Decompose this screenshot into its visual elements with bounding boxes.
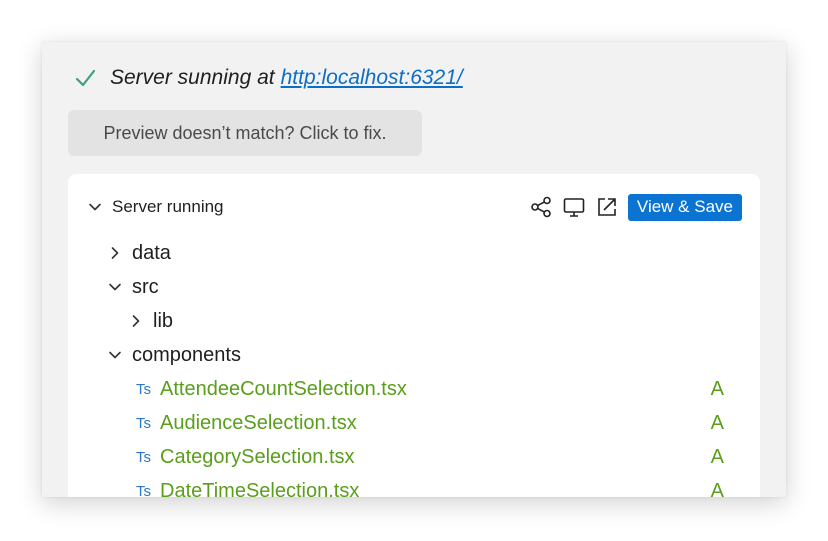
git-status-badge: A (710, 377, 724, 400)
view-save-button[interactable]: View & Save (627, 193, 742, 221)
tree-folder-lib[interactable]: lib (129, 306, 173, 336)
folder-label: lib (153, 309, 174, 332)
tree-file[interactable]: Ts DateTimeSelection.tsx A (136, 476, 724, 498)
file-name: AudienceSelection.tsx (160, 411, 357, 434)
typescript-icon: Ts (136, 380, 151, 398)
localhost-link[interactable]: http:localhost:6321/ (281, 66, 463, 90)
chat-panel: Server sunning at http:localhost:6321/ P… (42, 42, 786, 497)
typescript-icon: Ts (136, 414, 151, 432)
chevron-right-icon (111, 247, 119, 259)
server-running-toggle[interactable]: Server running (88, 192, 224, 222)
status-text: Server sunning at (110, 66, 275, 89)
git-status-badge: A (710, 445, 724, 468)
folder-label: components (132, 343, 241, 366)
server-status: Server sunning at http:localhost:6321/ (74, 64, 463, 92)
git-status-badge: A (710, 411, 724, 434)
check-icon (75, 69, 96, 87)
tree-file[interactable]: Ts AttendeeCountSelection.tsx A (136, 374, 724, 404)
chevron-down-icon (89, 203, 101, 211)
card-header: Server running View & Save (68, 192, 760, 222)
tree-folder-components[interactable]: components (108, 340, 241, 370)
typescript-icon: Ts (136, 448, 151, 466)
chevron-down-icon (109, 283, 121, 291)
share-icon[interactable] (530, 196, 552, 218)
tree-folder-data[interactable]: data (108, 238, 171, 268)
monitor-icon[interactable] (562, 196, 586, 218)
git-status-badge: A (710, 479, 724, 498)
chevron-down-icon (109, 351, 121, 359)
fix-preview-button[interactable]: Preview doesn’t match? Click to fix. (68, 110, 422, 156)
chevron-right-icon (132, 315, 140, 327)
tree-file[interactable]: Ts CategorySelection.tsx A (136, 442, 724, 472)
file-name: CategorySelection.tsx (160, 445, 355, 468)
header-tools: View & Save (530, 192, 742, 222)
typescript-icon: Ts (136, 482, 151, 498)
file-name: DateTimeSelection.tsx (160, 479, 360, 498)
tree-folder-src[interactable]: src (108, 272, 159, 302)
folder-label: src (132, 275, 159, 298)
open-external-icon[interactable] (596, 196, 618, 218)
card-title: Server running (112, 197, 224, 216)
folder-label: data (132, 241, 171, 264)
file-name: AttendeeCountSelection.tsx (160, 377, 407, 400)
tree-file[interactable]: Ts AudienceSelection.tsx A (136, 408, 724, 438)
server-card: Server running View & Save data src lib … (68, 174, 760, 497)
